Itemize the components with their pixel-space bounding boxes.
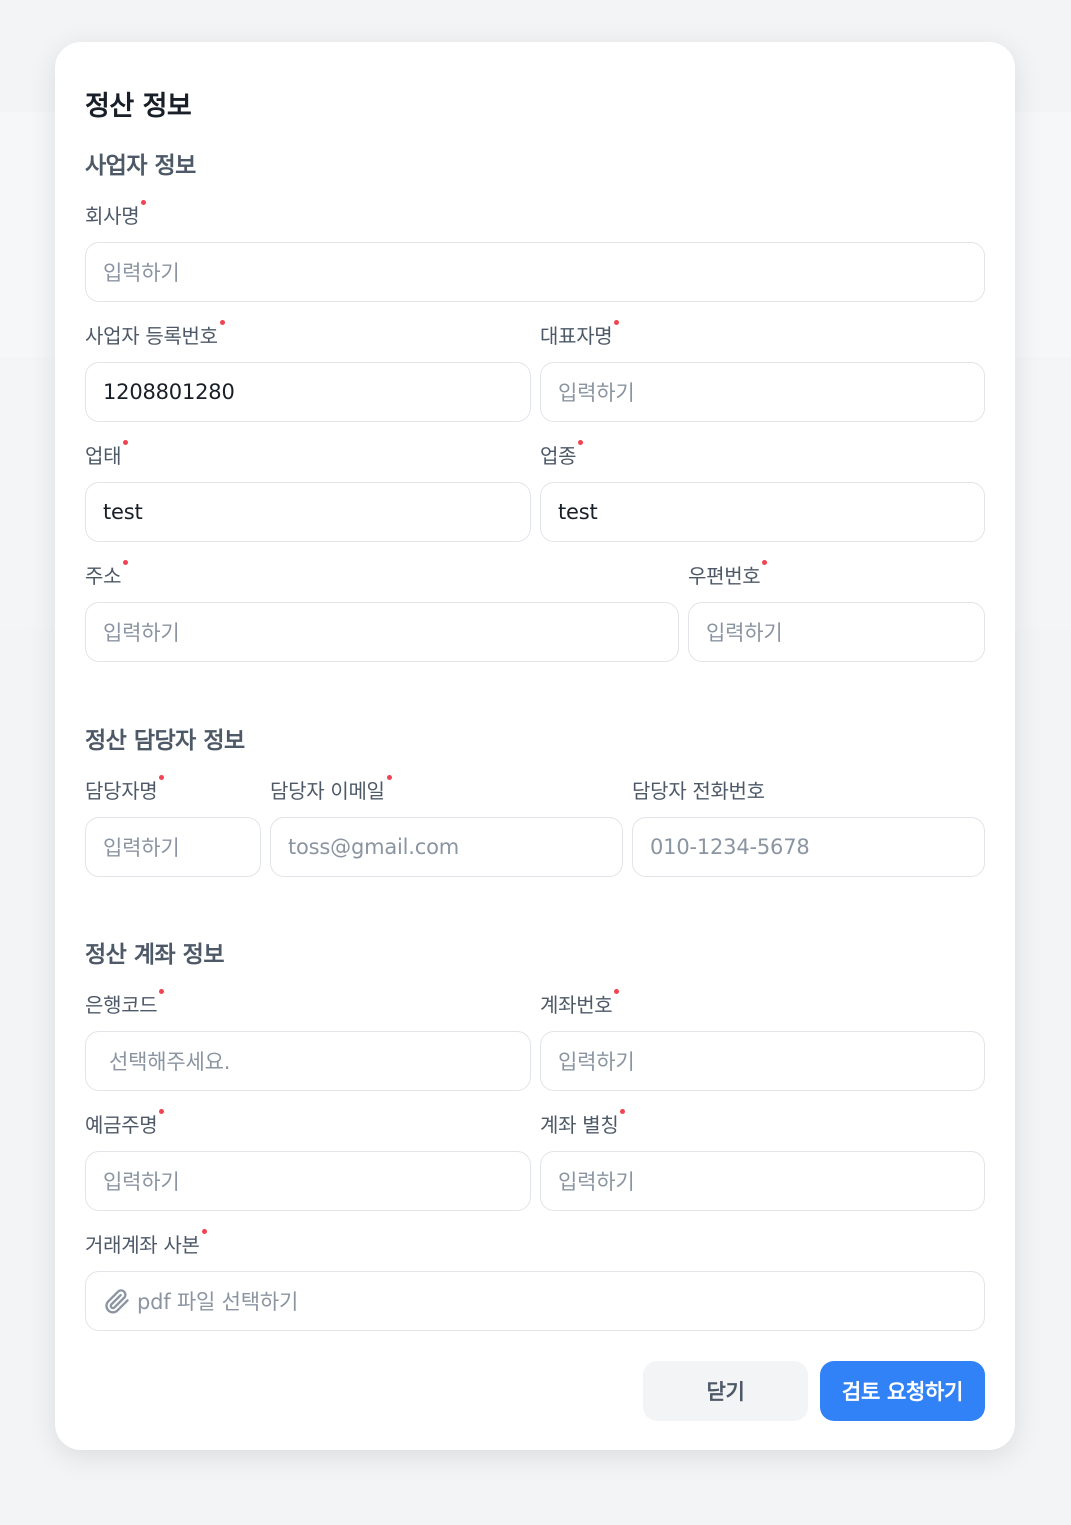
manager-email-placeholder: toss@gmail.com	[288, 835, 460, 859]
modal-title: 정산 정보	[85, 91, 192, 122]
holder-name-input[interactable]: 입력하기	[85, 1151, 531, 1211]
address-input[interactable]: 입력하기	[85, 602, 679, 662]
manager-email-label: 담당자 이메일	[270, 775, 392, 804]
account-number-input[interactable]: 입력하기	[540, 1031, 985, 1091]
ceo-name-input[interactable]: 입력하기	[540, 362, 985, 422]
account-alias-label: 계좌 별칭	[540, 1109, 626, 1138]
account-alias-input[interactable]: 입력하기	[540, 1151, 985, 1211]
manager-phone-label: 담당자 전화번호	[632, 779, 765, 803]
postal-code-input[interactable]: 입력하기	[688, 602, 985, 662]
business-reg-number-label: 사업자 등록번호	[85, 320, 225, 349]
manager-name-input[interactable]: 입력하기	[85, 817, 261, 877]
account-number-label: 계좌번호	[540, 989, 620, 1018]
bank-code-select[interactable]: 선택해주세요.	[85, 1031, 531, 1091]
bankbook-file-placeholder: pdf 파일 선택하기	[137, 1290, 299, 1314]
manager-phone-placeholder: 010-1234-5678	[650, 835, 810, 859]
postal-code-placeholder: 입력하기	[706, 621, 783, 645]
address-placeholder: 입력하기	[103, 621, 180, 645]
holder-name-label: 예금주명	[85, 1109, 165, 1138]
business-item-value: test	[558, 500, 598, 524]
manager-name-label: 담당자명	[85, 775, 165, 804]
company-name-label: 회사명	[85, 200, 147, 229]
business-type-input[interactable]: test	[85, 482, 531, 542]
business-reg-number-input[interactable]: 1208801280	[85, 362, 531, 422]
company-name-input[interactable]: 입력하기	[85, 242, 985, 302]
ceo-name-placeholder: 입력하기	[558, 381, 635, 405]
manager-phone-input[interactable]: 010-1234-5678	[632, 817, 985, 877]
settlement-info-modal: 정산 정보 사업자 정보 회사명 입력하기 사업자 등록번호 대표자명 1208…	[55, 42, 1015, 1450]
manager-section-title: 정산 담당자 정보	[85, 728, 245, 754]
bankbook-file-picker[interactable]: pdf 파일 선택하기	[85, 1271, 985, 1331]
business-section-title: 사업자 정보	[85, 153, 196, 179]
account-number-placeholder: 입력하기	[558, 1050, 635, 1074]
postal-code-label: 우편번호	[688, 560, 768, 589]
business-reg-number-value: 1208801280	[103, 380, 235, 404]
ceo-name-label: 대표자명	[540, 320, 620, 349]
bank-code-placeholder: 선택해주세요.	[109, 1050, 231, 1074]
bankbook-copy-label: 거래계좌 사본	[85, 1229, 207, 1258]
business-type-value: test	[103, 500, 143, 524]
account-section-title: 정산 계좌 정보	[85, 942, 224, 968]
business-type-label: 업태	[85, 440, 129, 469]
paperclip-icon	[103, 1287, 131, 1315]
bank-code-label: 은행코드	[85, 989, 165, 1018]
company-name-placeholder: 입력하기	[103, 261, 180, 285]
manager-name-placeholder: 입력하기	[103, 836, 180, 860]
account-alias-placeholder: 입력하기	[558, 1170, 635, 1194]
manager-email-input[interactable]: toss@gmail.com	[270, 817, 623, 877]
business-item-input[interactable]: test	[540, 482, 985, 542]
holder-name-placeholder: 입력하기	[103, 1170, 180, 1194]
business-item-label: 업종	[540, 440, 584, 469]
request-review-button[interactable]: 검토 요청하기	[820, 1361, 985, 1421]
close-button[interactable]: 닫기	[643, 1361, 808, 1421]
address-label: 주소	[85, 560, 129, 589]
